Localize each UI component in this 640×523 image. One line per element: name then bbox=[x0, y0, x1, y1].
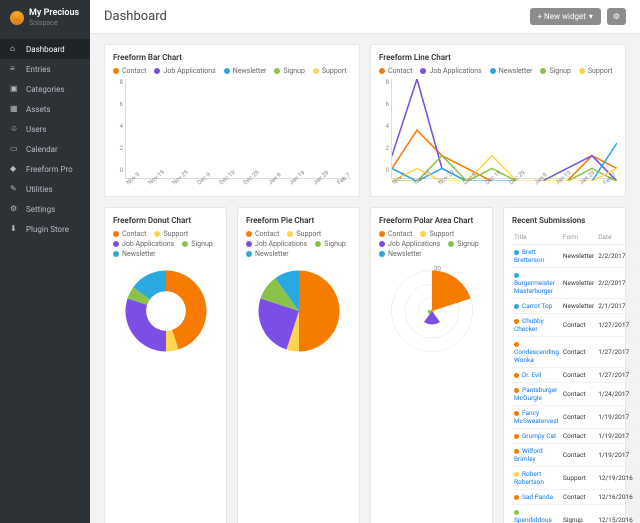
table-row[interactable]: Fancy McSweatervestContact1/19/2017 bbox=[512, 406, 635, 429]
brand[interactable]: My Precious Solspace bbox=[0, 0, 90, 35]
polar-chart-card: Freeform Polar Area Chart Contact Support… bbox=[370, 207, 493, 523]
folder-icon: ▣ bbox=[10, 84, 20, 94]
legend-item[interactable]: Contact bbox=[379, 230, 412, 238]
table-row[interactable]: Robert RobertsonSupport12/19/2016 bbox=[512, 467, 635, 490]
sidebar-item-freeform-pro[interactable]: ◆ Freeform Pro bbox=[0, 159, 90, 179]
chevron-down-icon: ▾ bbox=[589, 12, 593, 21]
line-chart-card: Freeform Line Chart Contact Job Applicati… bbox=[370, 44, 626, 197]
chart-title: Freeform Polar Area Chart bbox=[379, 216, 484, 225]
table-row[interactable]: Spendiddous Maxmus IIISignup12/15/2016 bbox=[512, 505, 635, 523]
bar-chart-card: Freeform Bar Chart Contact Job Applicatio… bbox=[104, 44, 360, 197]
legend-item[interactable]: Contact bbox=[113, 67, 146, 75]
chart-title: Freeform Line Chart bbox=[379, 53, 617, 62]
sidebar-item-label: Users bbox=[26, 125, 46, 134]
table-row[interactable]: Dr. EvilContact1/27/2017 bbox=[512, 368, 635, 383]
table-row[interactable]: Chubby CheckerContact1/27/2017 bbox=[512, 314, 635, 337]
sidebar-item-label: Categories bbox=[26, 85, 65, 94]
legend-item[interactable]: Support bbox=[313, 67, 347, 75]
table-header: Form bbox=[561, 230, 596, 245]
sidebar-item-users[interactable]: ☺ Users bbox=[0, 119, 90, 139]
page-title: Dashboard bbox=[104, 9, 167, 24]
legend-item[interactable]: Signup bbox=[540, 67, 570, 75]
sidebar-item-label: Plugin Store bbox=[26, 225, 69, 234]
svg-text:30: 30 bbox=[433, 266, 441, 273]
new-widget-button[interactable]: + New widget ▾ bbox=[530, 8, 601, 25]
donut-chart-card: Freeform Donut Chart Contact Support Job A… bbox=[104, 207, 227, 523]
table-row[interactable]: Condescending WonkaContact1/27/2017 bbox=[512, 337, 635, 368]
home-icon: ⌂ bbox=[10, 44, 20, 54]
legend-item[interactable]: Newsletter bbox=[113, 250, 156, 258]
legend-item[interactable]: Job Applications bbox=[379, 240, 440, 248]
legend-item[interactable]: Job Applications bbox=[246, 240, 307, 248]
table-row[interactable]: Pantsburger McGurgleContact1/24/2017 bbox=[512, 383, 635, 406]
legend-item[interactable]: Job Applications bbox=[154, 67, 215, 75]
brand-subtitle: Solspace bbox=[29, 19, 79, 27]
sidebar-item-entries[interactable]: ≡ Entries bbox=[0, 59, 90, 79]
wrench-icon: ✎ bbox=[10, 184, 20, 194]
gear-icon: ⚙ bbox=[10, 204, 20, 214]
table-header: Date bbox=[596, 230, 635, 245]
legend-item[interactable]: Signup bbox=[182, 240, 212, 248]
table-row[interactable]: Burgermeister MasterburgerNewsletter2/2/… bbox=[512, 268, 635, 299]
sidebar-item-utilities[interactable]: ✎ Utilities bbox=[0, 179, 90, 199]
diamond-icon: ◆ bbox=[10, 164, 20, 174]
chart-title: Freeform Bar Chart bbox=[113, 53, 351, 62]
sidebar-item-label: Entries bbox=[26, 65, 51, 74]
brand-logo-icon bbox=[10, 11, 24, 25]
legend-item[interactable]: Newsletter bbox=[490, 67, 533, 75]
table-row[interactable]: Grumpy CatContact1/19/2017 bbox=[512, 429, 635, 444]
image-icon: ▦ bbox=[10, 104, 20, 114]
legend-item[interactable]: Support bbox=[420, 230, 454, 238]
sidebar-item-settings[interactable]: ⚙ Settings bbox=[0, 199, 90, 219]
recent-submissions-card: Recent Submissions TitleFormDate Brett B… bbox=[503, 207, 626, 523]
sidebar-item-label: Calendar bbox=[26, 145, 58, 154]
legend-item[interactable]: Newsletter bbox=[224, 67, 267, 75]
sidebar-item-label: Utilities bbox=[26, 185, 53, 194]
doc-icon: ≡ bbox=[10, 64, 20, 74]
pie-chart-card: Freeform Pie Chart Contact Support Job App… bbox=[237, 207, 360, 523]
table-row[interactable]: Sad PandaContact12/16/2016 bbox=[512, 490, 635, 505]
legend-item[interactable]: Contact bbox=[246, 230, 279, 238]
user-icon: ☺ bbox=[10, 124, 20, 134]
settings-button[interactable]: ⚙ bbox=[607, 8, 626, 25]
table-row[interactable]: Carrot TopNewsletter2/1/2017 bbox=[512, 299, 635, 314]
legend-item[interactable]: Contact bbox=[379, 67, 412, 75]
sidebar-item-plugin-store[interactable]: ⬇ Plugin Store bbox=[0, 219, 90, 239]
topbar: Dashboard + New widget ▾ ⚙ bbox=[90, 0, 640, 34]
legend-item[interactable]: Support bbox=[154, 230, 188, 238]
legend-item[interactable]: Support bbox=[287, 230, 321, 238]
chart-title: Freeform Donut Chart bbox=[113, 216, 218, 225]
sidebar-item-label: Settings bbox=[26, 205, 55, 214]
table-row[interactable]: Brett BrettersonNewsletter2/2/2017 bbox=[512, 245, 635, 268]
submissions-table: TitleFormDate Brett BrettersonNewsletter… bbox=[512, 230, 635, 523]
sidebar-item-label: Assets bbox=[26, 105, 50, 114]
sidebar-item-assets[interactable]: ▦ Assets bbox=[0, 99, 90, 119]
legend-item[interactable]: Newsletter bbox=[246, 250, 289, 258]
gear-icon: ⚙ bbox=[613, 12, 620, 21]
legend-item[interactable]: Newsletter bbox=[379, 250, 422, 258]
table-row[interactable]: Wilford BrimleyContact1/19/2017 bbox=[512, 444, 635, 467]
table-header: Title bbox=[512, 230, 561, 245]
legend-item[interactable]: Signup bbox=[274, 67, 304, 75]
sidebar-item-dashboard[interactable]: ⌂ Dashboard bbox=[0, 39, 90, 59]
legend-item[interactable]: Job Applications bbox=[113, 240, 174, 248]
sidebar-item-label: Freeform Pro bbox=[26, 165, 73, 174]
legend-item[interactable]: Signup bbox=[315, 240, 345, 248]
legend-item[interactable]: Signup bbox=[448, 240, 478, 248]
brand-title: My Precious bbox=[29, 8, 79, 18]
sidebar: My Precious Solspace ⌂ Dashboard ≡ Entries ▣… bbox=[0, 0, 90, 523]
sidebar-item-calendar[interactable]: ▭ Calendar bbox=[0, 139, 90, 159]
cal-icon: ▭ bbox=[10, 144, 20, 154]
legend-item[interactable]: Support bbox=[579, 67, 613, 75]
chart-title: Freeform Pie Chart bbox=[246, 216, 351, 225]
chart-title: Recent Submissions bbox=[512, 216, 617, 225]
legend-item[interactable]: Job Applications bbox=[420, 67, 481, 75]
sidebar-item-label: Dashboard bbox=[26, 45, 65, 54]
sidebar-item-categories[interactable]: ▣ Categories bbox=[0, 79, 90, 99]
bag-icon: ⬇ bbox=[10, 224, 20, 234]
legend-item[interactable]: Contact bbox=[113, 230, 146, 238]
